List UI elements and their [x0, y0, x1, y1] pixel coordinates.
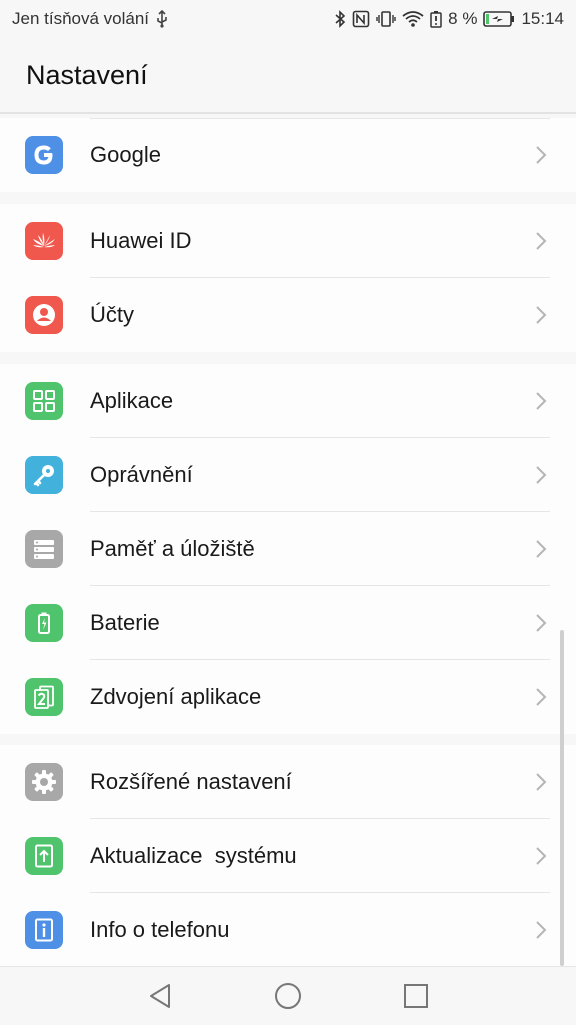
settings-item-advanced-settings[interactable]: Rozšířené nastavení	[0, 745, 576, 819]
clock: 15:14	[521, 9, 564, 28]
settings-item-app-twin[interactable]: Zdvojení aplikace	[0, 660, 576, 734]
battery-icon	[25, 604, 63, 642]
chevron-right-icon	[536, 921, 547, 939]
chevron-right-icon	[536, 232, 547, 250]
settings-item-storage[interactable]: Paměť a úložiště	[0, 512, 576, 586]
google-icon	[25, 136, 63, 174]
storage-icon	[25, 530, 63, 568]
chevron-right-icon	[536, 392, 547, 410]
settings-item-label: Rozšířené nastavení	[90, 769, 292, 794]
system-update-icon	[25, 837, 63, 875]
settings-item-label: Info o telefonu	[90, 917, 230, 942]
settings-item-about-phone[interactable]: Info o telefonu	[0, 893, 576, 966]
app-twin-icon	[25, 678, 63, 716]
page-title: Nastavení	[26, 59, 148, 90]
vibrate-icon	[376, 10, 396, 28]
chevron-right-icon	[536, 688, 547, 706]
settings-item-label: Oprávnění	[90, 462, 193, 487]
settings-item-label: Účty	[90, 302, 134, 327]
chevron-right-icon	[536, 540, 547, 558]
nfc-icon	[352, 10, 370, 28]
home-icon[interactable]	[273, 981, 303, 1011]
settings-group-system: Rozšířené nastavení Aktualizace systému …	[0, 745, 576, 966]
settings-item-label: Huawei ID	[90, 228, 192, 253]
recents-icon[interactable]	[401, 981, 431, 1011]
settings-item-permissions[interactable]: Oprávnění	[0, 438, 576, 512]
chevron-right-icon	[536, 306, 547, 324]
settings-item-label: Zdvojení aplikace	[90, 684, 262, 709]
settings-group-accounts: Huawei ID Účty	[0, 204, 576, 352]
settings-item-label: Paměť a úložiště	[90, 536, 255, 561]
info-icon	[25, 911, 63, 949]
wifi-icon	[402, 10, 424, 28]
chevron-right-icon	[536, 614, 547, 632]
settings-item-system-update[interactable]: Aktualizace systému	[0, 819, 576, 893]
settings-item-label: Aktualizace systému	[90, 843, 297, 868]
key-icon	[25, 456, 63, 494]
settings-item-label: Google	[90, 142, 161, 167]
settings-list[interactable]: Google Huawei ID Účty Aplikace Oprávnění…	[0, 114, 576, 966]
settings-group-apps: Aplikace Oprávnění Paměť a úložiště Bate…	[0, 364, 576, 734]
battery-percent: 8 %	[448, 9, 478, 28]
status-bar: Jen tísňová volání 8 % 15:14	[0, 0, 576, 38]
page-header: Nastavení	[0, 38, 576, 112]
settings-item-huawei-id[interactable]: Huawei ID	[0, 204, 576, 278]
chevron-right-icon	[536, 146, 547, 164]
settings-item-google[interactable]: Google	[0, 118, 576, 192]
apps-grid-icon	[25, 382, 63, 420]
huawei-icon	[25, 222, 63, 260]
navigation-bar	[0, 966, 576, 1025]
bluetooth-icon	[334, 10, 346, 28]
gear-icon	[25, 763, 63, 801]
settings-item-label: Baterie	[90, 610, 160, 635]
back-icon[interactable]	[145, 981, 175, 1011]
scrollbar[interactable]	[560, 630, 564, 966]
chevron-right-icon	[536, 773, 547, 791]
battery-charging-icon	[483, 10, 515, 28]
settings-item-accounts[interactable]: Účty	[0, 278, 576, 352]
settings-item-label: Aplikace	[90, 388, 174, 413]
carrier-text: Jen tísňová volání	[12, 9, 150, 28]
chevron-right-icon	[536, 847, 547, 865]
usb-icon	[155, 10, 169, 28]
settings-group-google: Google	[0, 118, 576, 192]
battery-alert-icon	[430, 10, 442, 28]
settings-item-apps[interactable]: Aplikace	[0, 364, 576, 438]
chevron-right-icon	[536, 466, 547, 484]
settings-item-battery[interactable]: Baterie	[0, 586, 576, 660]
account-icon	[25, 296, 63, 334]
